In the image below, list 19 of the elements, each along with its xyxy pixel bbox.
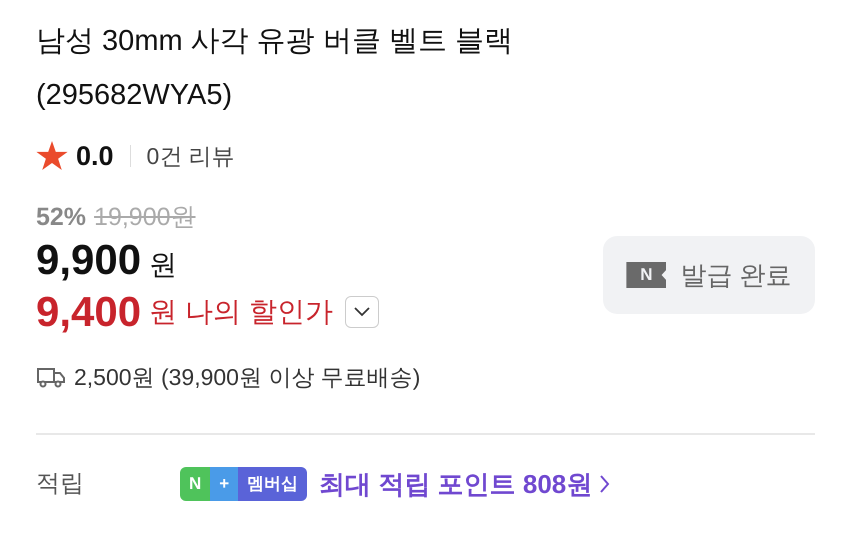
coupon-icon: N	[626, 262, 666, 288]
truck-icon	[36, 366, 66, 388]
product-title: 남성 30mm 사각 유광 버클 벨트 블랙 (295682WYA5)	[36, 24, 514, 113]
my-discount-label: 나의 할인가	[185, 295, 333, 329]
currency-unit: 원	[149, 248, 178, 282]
currency-unit: 원	[149, 295, 178, 329]
points-label: 적립	[36, 469, 85, 499]
chevron-icon	[354, 307, 370, 317]
my-discount-price: 9,400	[36, 287, 142, 337]
original-price: 19,900원	[94, 202, 196, 233]
rating-score: 0.0	[76, 140, 114, 173]
discount-rate: 52%	[36, 202, 86, 233]
review-count[interactable]: 0건 리뷰	[146, 138, 235, 174]
shipping-fee: 2,500원 (39,900원 이상 무료배송)	[74, 363, 420, 392]
points-link[interactable]: 최대 적립 포인트 808원	[319, 464, 610, 504]
expand-button[interactable]	[344, 296, 379, 328]
sale-price: 9,900	[36, 235, 142, 285]
chevron-icon	[600, 475, 610, 493]
star-icon	[36, 141, 68, 171]
